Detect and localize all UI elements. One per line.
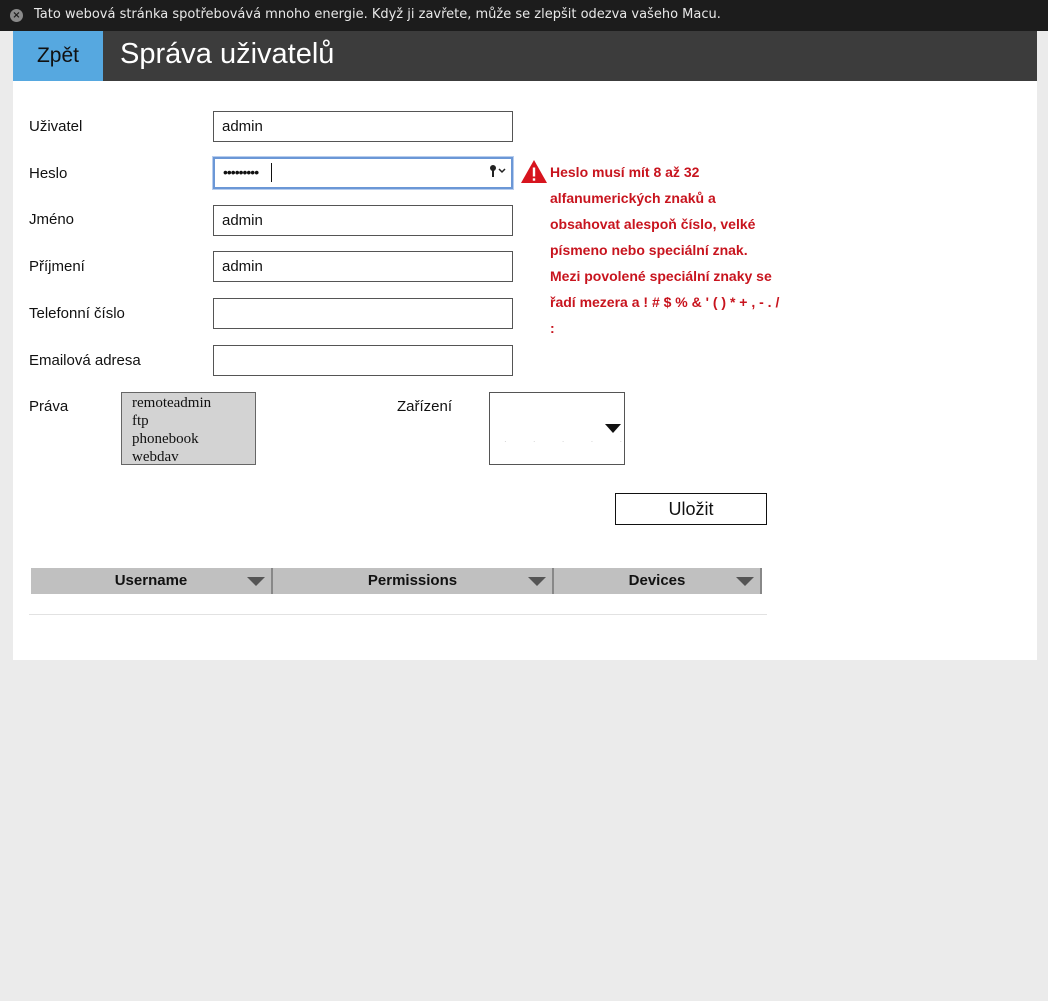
password-label: Heslo — [29, 165, 68, 182]
password-masked-value: ••••••••• — [223, 164, 259, 180]
phone-input[interactable] — [213, 298, 513, 329]
user-management-panel: Uživatel Heslo ••••••••• Jméno Příjmení … — [13, 81, 1037, 660]
warning-icon — [521, 160, 547, 183]
page-title: Správa uživatelů — [120, 38, 335, 70]
username-input[interactable] — [213, 111, 513, 142]
phone-label: Telefonní číslo — [29, 305, 125, 322]
sort-arrow-icon — [247, 577, 265, 586]
column-header-permissions[interactable]: Permissions — [273, 568, 552, 594]
column-header-username[interactable]: Username — [31, 568, 271, 594]
placeholder-dots: · · · · · — [504, 437, 635, 446]
email-input[interactable] — [213, 345, 513, 376]
rights-label: Práva — [29, 398, 69, 415]
rights-option-ftp[interactable]: ftp — [122, 412, 255, 430]
sort-arrow-icon — [736, 577, 754, 586]
rights-option-remoteadmin[interactable]: remoteadmin — [122, 394, 255, 412]
banner-message: Tato webová stránka spotřebovává mnoho e… — [34, 7, 721, 22]
rights-listbox[interactable]: remoteadmin ftp phonebook webdav — [121, 392, 256, 465]
rights-option-webdav[interactable]: webdav — [122, 448, 255, 466]
first-name-input[interactable] — [213, 205, 513, 236]
page-header: Zpět Správa uživatelů — [13, 31, 1037, 81]
password-requirements-warning: Heslo musí mít 8 až 32 alfanumerických z… — [550, 164, 780, 336]
column-header-devices[interactable]: Devices — [554, 568, 760, 594]
column-label: Permissions — [367, 572, 458, 589]
username-label: Uživatel — [29, 118, 83, 135]
table-divider — [29, 614, 767, 615]
key-icon[interactable] — [489, 164, 507, 181]
dropdown-arrow-icon — [605, 424, 621, 433]
text-caret — [271, 163, 272, 182]
back-button[interactable]: Zpět — [13, 31, 103, 81]
first-name-label: Jméno — [29, 211, 75, 228]
save-button[interactable]: Uložit — [615, 493, 767, 525]
last-name-input[interactable] — [213, 251, 513, 282]
column-separator — [760, 568, 762, 594]
email-label: Emailová adresa — [29, 352, 141, 369]
devices-select[interactable]: · · · · · — [489, 392, 625, 465]
close-icon[interactable]: × — [10, 9, 23, 22]
column-label: Username — [114, 572, 188, 589]
sort-arrow-icon — [528, 577, 546, 586]
energy-warning-banner: × Tato webová stránka spotřebovává mnoho… — [0, 0, 1048, 31]
column-label: Devices — [628, 572, 686, 589]
users-table-header: Username Permissions Devices — [31, 568, 767, 594]
devices-label: Zařízení — [397, 398, 453, 415]
password-input[interactable]: ••••••••• — [213, 157, 513, 189]
rights-option-phonebook[interactable]: phonebook — [122, 430, 255, 448]
last-name-label: Příjmení — [29, 258, 85, 275]
